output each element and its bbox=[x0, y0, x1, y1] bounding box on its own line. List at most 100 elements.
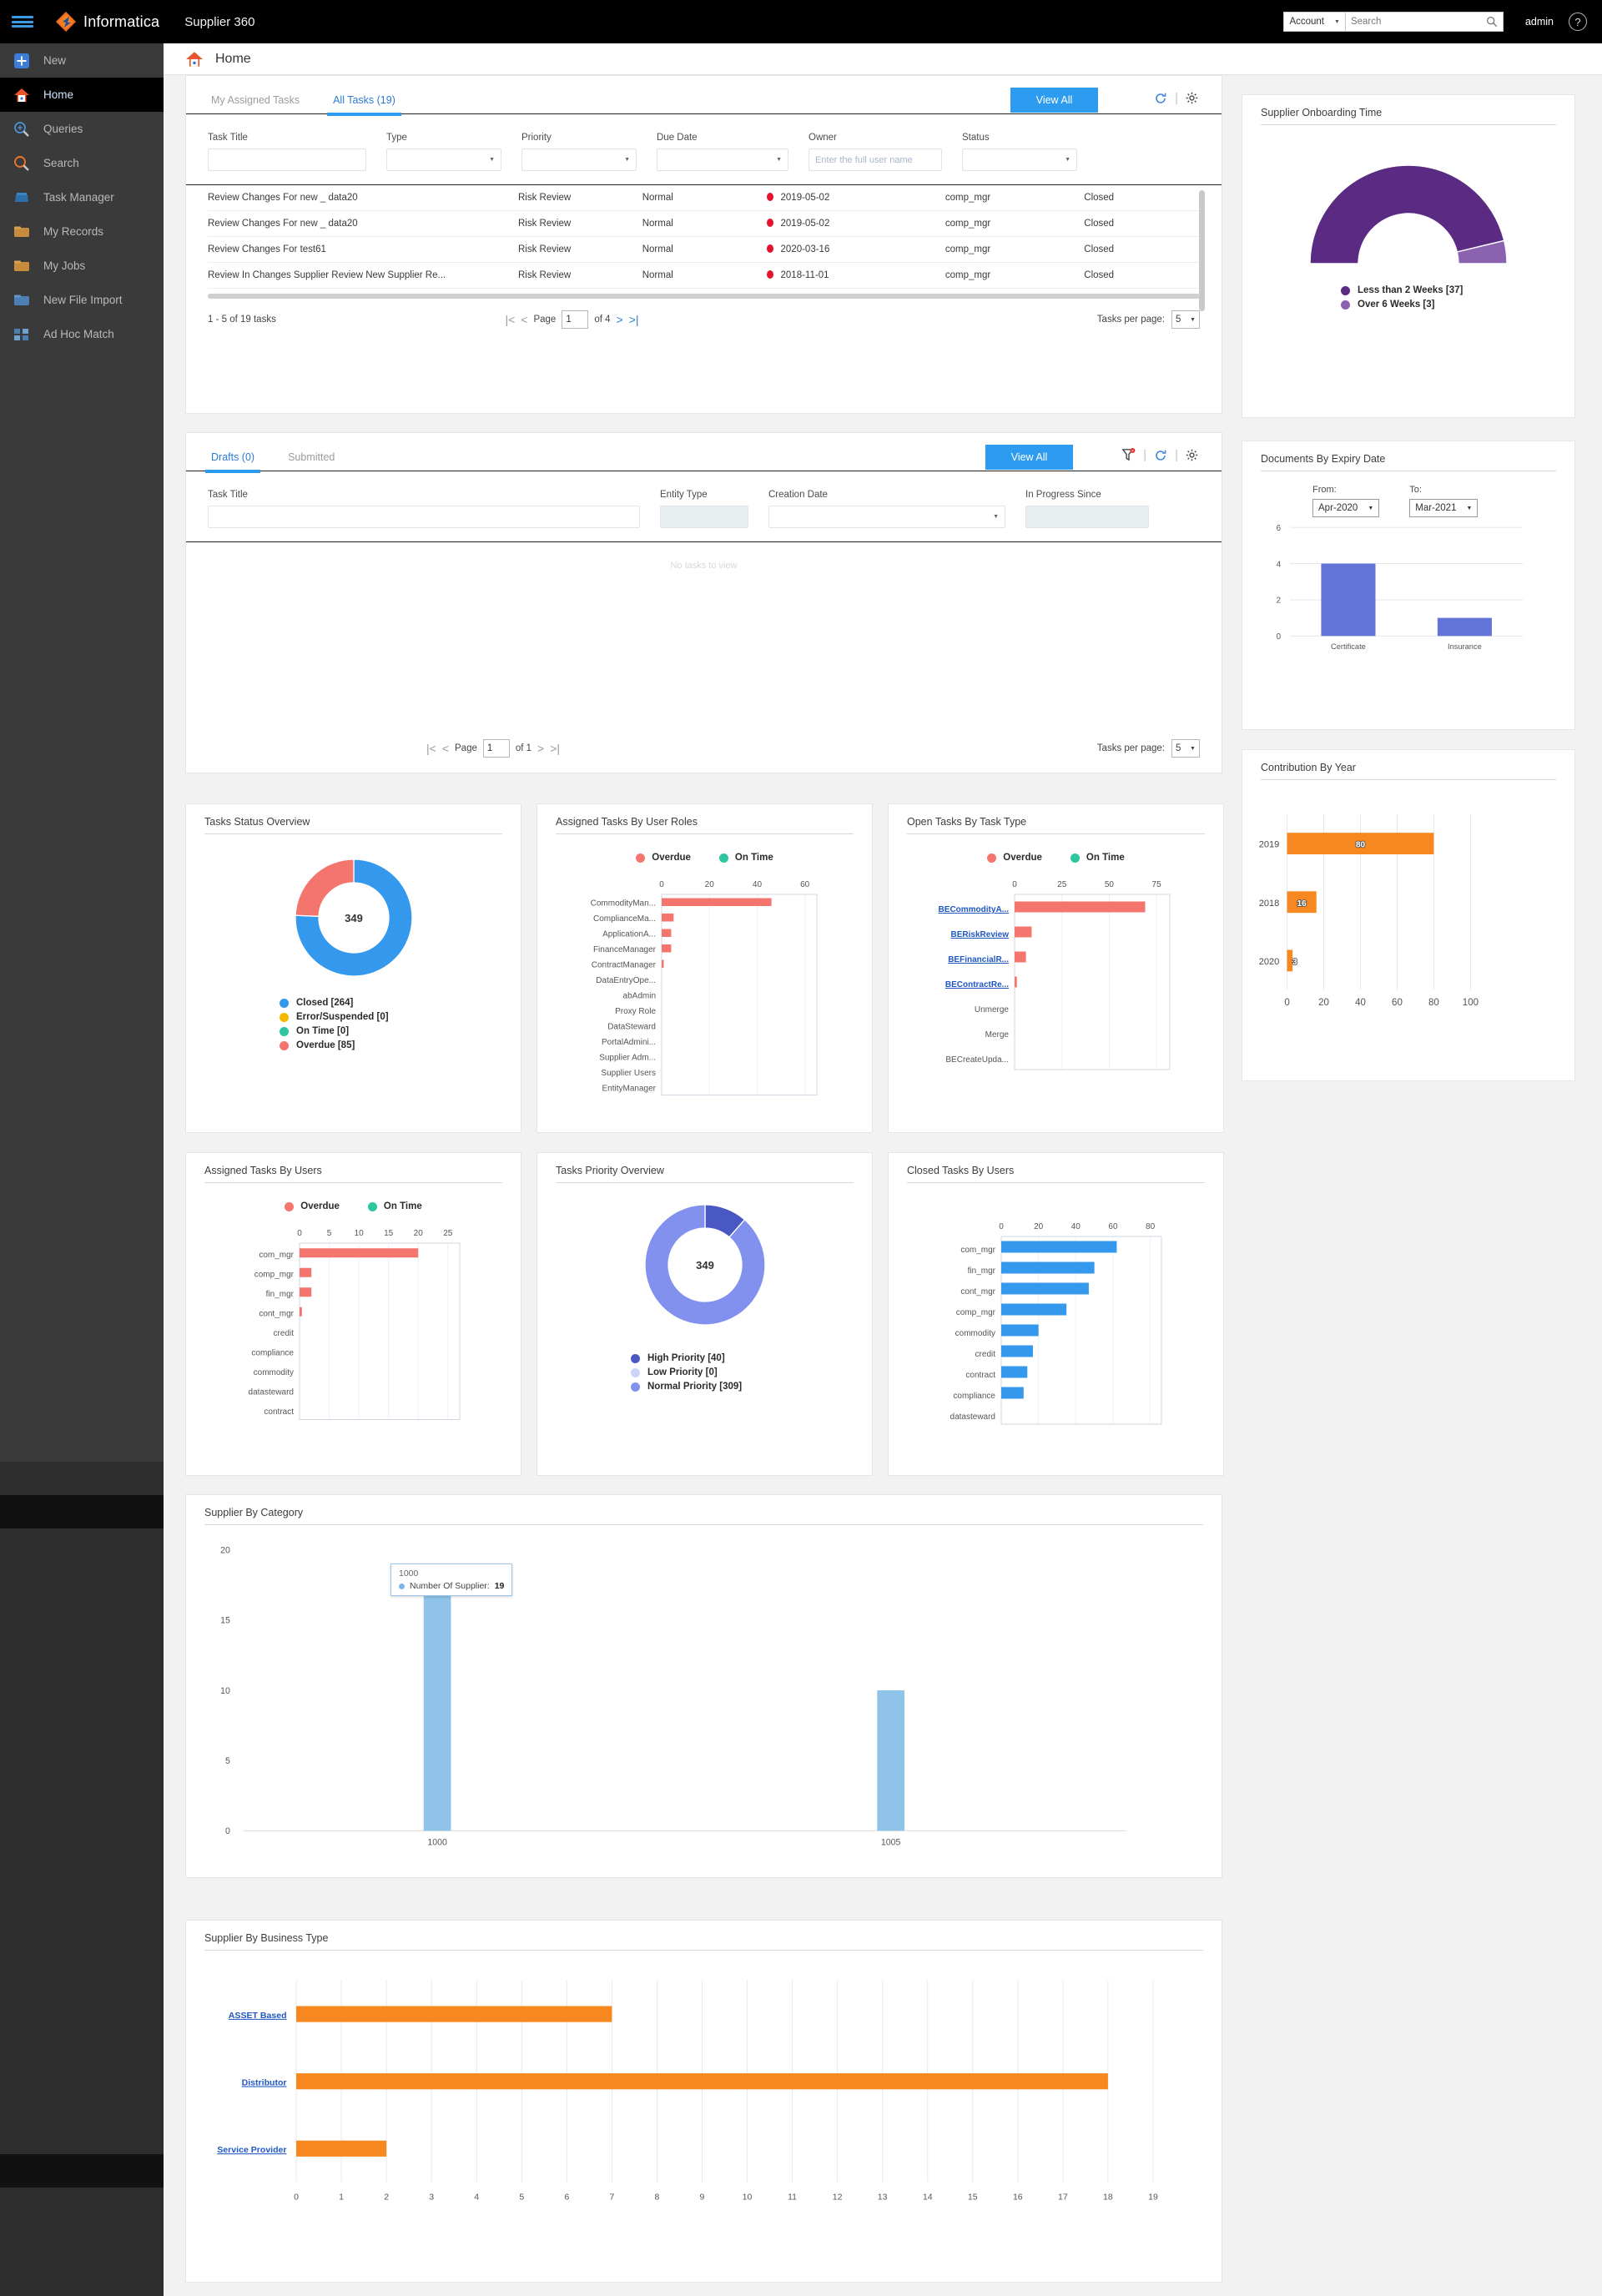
svg-text:ApplicationA...: ApplicationA... bbox=[602, 930, 656, 939]
first-page-button[interactable]: |< bbox=[426, 742, 436, 755]
svg-text:20: 20 bbox=[1034, 1222, 1044, 1231]
assigned-tasks-by-users-card: Assigned Tasks By Users OverdueOn Time 0… bbox=[185, 1152, 521, 1476]
legend-item[interactable]: Low Priority [0] bbox=[631, 1366, 872, 1380]
global-search[interactable] bbox=[1345, 12, 1504, 32]
from-label: From: bbox=[1312, 485, 1379, 495]
task-owner: comp_mgr bbox=[945, 185, 1084, 211]
sidebar-item-queries[interactable]: Queries bbox=[0, 112, 164, 146]
tasks-priority-overview-card: Tasks Priority Overview 349 High Priorit… bbox=[537, 1152, 873, 1476]
last-page-button[interactable]: >| bbox=[550, 742, 560, 755]
table-row[interactable]: Review In Changes Supplier Review New Su… bbox=[208, 263, 1200, 289]
sidebar-item-my-jobs[interactable]: My Jobs bbox=[0, 249, 164, 283]
svg-text:10: 10 bbox=[354, 1229, 364, 1238]
legend-item[interactable]: Overdue bbox=[987, 853, 1042, 863]
sidebar-item-task-manager[interactable]: Task Manager bbox=[0, 180, 164, 214]
legend-item[interactable]: Error/Suspended [0] bbox=[280, 1010, 521, 1025]
sidebar-item-new[interactable]: New bbox=[0, 43, 164, 78]
current-user-label[interactable]: admin bbox=[1525, 16, 1554, 28]
card-title: Supplier Onboarding Time bbox=[1242, 95, 1574, 124]
refresh-icon[interactable] bbox=[1154, 449, 1167, 462]
informatica-logo-icon bbox=[55, 11, 77, 33]
priority-select[interactable]: ▼ bbox=[521, 149, 637, 171]
legend-item[interactable]: On Time bbox=[1071, 853, 1125, 863]
chart-legend: Overdue On Time bbox=[186, 1201, 521, 1211]
view-all-button[interactable]: View All bbox=[985, 445, 1073, 470]
legend-item[interactable]: On Time [0] bbox=[280, 1025, 521, 1039]
per-page-select[interactable]: 5 ▼ bbox=[1171, 739, 1200, 758]
due-date-select[interactable]: ▼ bbox=[657, 149, 788, 171]
per-page-value: 5 bbox=[1176, 315, 1181, 325]
settings-gear-icon[interactable] bbox=[1186, 449, 1198, 461]
next-page-button[interactable]: > bbox=[617, 313, 623, 326]
draft-task-title-input[interactable] bbox=[208, 506, 640, 528]
page-number-input[interactable] bbox=[562, 310, 588, 329]
hamburger-menu-icon[interactable] bbox=[0, 0, 45, 43]
filter-label: Owner bbox=[809, 133, 942, 143]
drafts-panel-actions: x | | bbox=[1121, 448, 1198, 462]
legend-item[interactable]: On Time bbox=[719, 853, 773, 863]
tab-my-assigned-tasks[interactable]: My Assigned Tasks bbox=[208, 94, 303, 113]
creation-date-select[interactable]: ▼ bbox=[768, 506, 1005, 528]
tab-all-tasks[interactable]: All Tasks (19) bbox=[330, 94, 399, 113]
tab-submitted[interactable]: Submitted bbox=[285, 451, 338, 471]
svg-text:12: 12 bbox=[833, 2193, 843, 2203]
to-select[interactable]: Mar-2021 ▼ bbox=[1409, 499, 1478, 517]
legend-item[interactable]: Over 6 Weeks [3] bbox=[1341, 298, 1574, 312]
task-title-input[interactable] bbox=[208, 149, 366, 171]
filter-badge-icon[interactable]: x bbox=[1121, 448, 1136, 462]
tasks-table-wrap: Review Changes For new _ data20Risk Revi… bbox=[186, 185, 1222, 289]
legend-item[interactable]: On Time bbox=[368, 1201, 422, 1211]
prev-page-button[interactable]: < bbox=[442, 742, 449, 755]
refresh-icon[interactable] bbox=[1154, 92, 1167, 105]
type-select[interactable]: ▼ bbox=[386, 149, 501, 171]
account-selector[interactable]: Account ▼ bbox=[1283, 12, 1345, 32]
sidebar-item-home[interactable]: Home bbox=[0, 78, 164, 112]
prev-page-button[interactable]: < bbox=[521, 313, 527, 326]
task-status: Closed bbox=[1084, 263, 1200, 289]
legend-item[interactable]: High Priority [40] bbox=[631, 1352, 872, 1366]
svg-text:17: 17 bbox=[1058, 2193, 1068, 2203]
svg-text:commodity: commodity bbox=[253, 1368, 293, 1377]
next-page-button[interactable]: > bbox=[537, 742, 544, 755]
task-priority: Normal bbox=[642, 237, 767, 263]
sidebar-item-new-file-import[interactable]: New File Import bbox=[0, 283, 164, 317]
table-row[interactable]: Review Changes For new _ data20Risk Revi… bbox=[208, 185, 1200, 211]
table-row[interactable]: Review Changes For new _ data20Risk Revi… bbox=[208, 211, 1200, 237]
legend-item[interactable]: Overdue [85] bbox=[280, 1039, 521, 1053]
last-page-button[interactable]: >| bbox=[629, 313, 639, 326]
legend-item[interactable]: Overdue bbox=[636, 853, 691, 863]
task-type: Risk Review bbox=[518, 263, 642, 289]
tab-drafts[interactable]: Drafts (0) bbox=[208, 451, 258, 471]
filter-label: Creation Date bbox=[768, 490, 1005, 500]
legend-item[interactable]: Closed [264] bbox=[280, 996, 521, 1010]
sidebar-item-ad-hoc-match[interactable]: Ad Hoc Match bbox=[0, 317, 164, 351]
search-icon[interactable] bbox=[1486, 16, 1498, 28]
legend-item[interactable]: Normal Priority [309] bbox=[631, 1380, 872, 1394]
legend-item[interactable]: Less than 2 Weeks [37] bbox=[1341, 284, 1574, 298]
top-bar-right: Account ▼ admin ? bbox=[1283, 12, 1602, 32]
sidebar-item-search[interactable]: Search bbox=[0, 146, 164, 180]
card-title: Assigned Tasks By User Roles bbox=[537, 804, 872, 833]
divider: | bbox=[1143, 448, 1146, 462]
owner-input[interactable]: Enter the full user name bbox=[809, 149, 942, 171]
settings-gear-icon[interactable] bbox=[1186, 92, 1198, 104]
help-icon[interactable]: ? bbox=[1569, 13, 1587, 31]
legend-item[interactable]: Overdue bbox=[285, 1201, 340, 1211]
tasks-table-scrollbar[interactable] bbox=[1199, 190, 1205, 311]
tasks-per-page: Tasks per page: 5 ▼ bbox=[1097, 310, 1200, 329]
svg-text:349: 349 bbox=[345, 912, 363, 924]
svg-text:compliance: compliance bbox=[251, 1348, 294, 1357]
legend-color-dot bbox=[285, 1202, 294, 1211]
from-select[interactable]: Apr-2020 ▼ bbox=[1312, 499, 1379, 517]
sidebar-item-my-records[interactable]: My Records bbox=[0, 214, 164, 249]
view-all-button[interactable]: View All bbox=[1010, 88, 1098, 113]
search-input[interactable] bbox=[1351, 17, 1486, 27]
svg-text:fin_mgr: fin_mgr bbox=[967, 1266, 995, 1276]
status-select[interactable]: ▼ bbox=[962, 149, 1077, 171]
page-number-input[interactable] bbox=[483, 739, 510, 758]
filter-owner: Owner Enter the full user name bbox=[809, 133, 942, 171]
table-row[interactable]: Review Changes For test61Risk ReviewNorm… bbox=[208, 237, 1200, 263]
tasks-tablist: My Assigned Tasks All Tasks (19) View Al… bbox=[186, 76, 1222, 114]
first-page-button[interactable]: |< bbox=[505, 313, 515, 326]
per-page-select[interactable]: 5 ▼ bbox=[1171, 310, 1200, 329]
